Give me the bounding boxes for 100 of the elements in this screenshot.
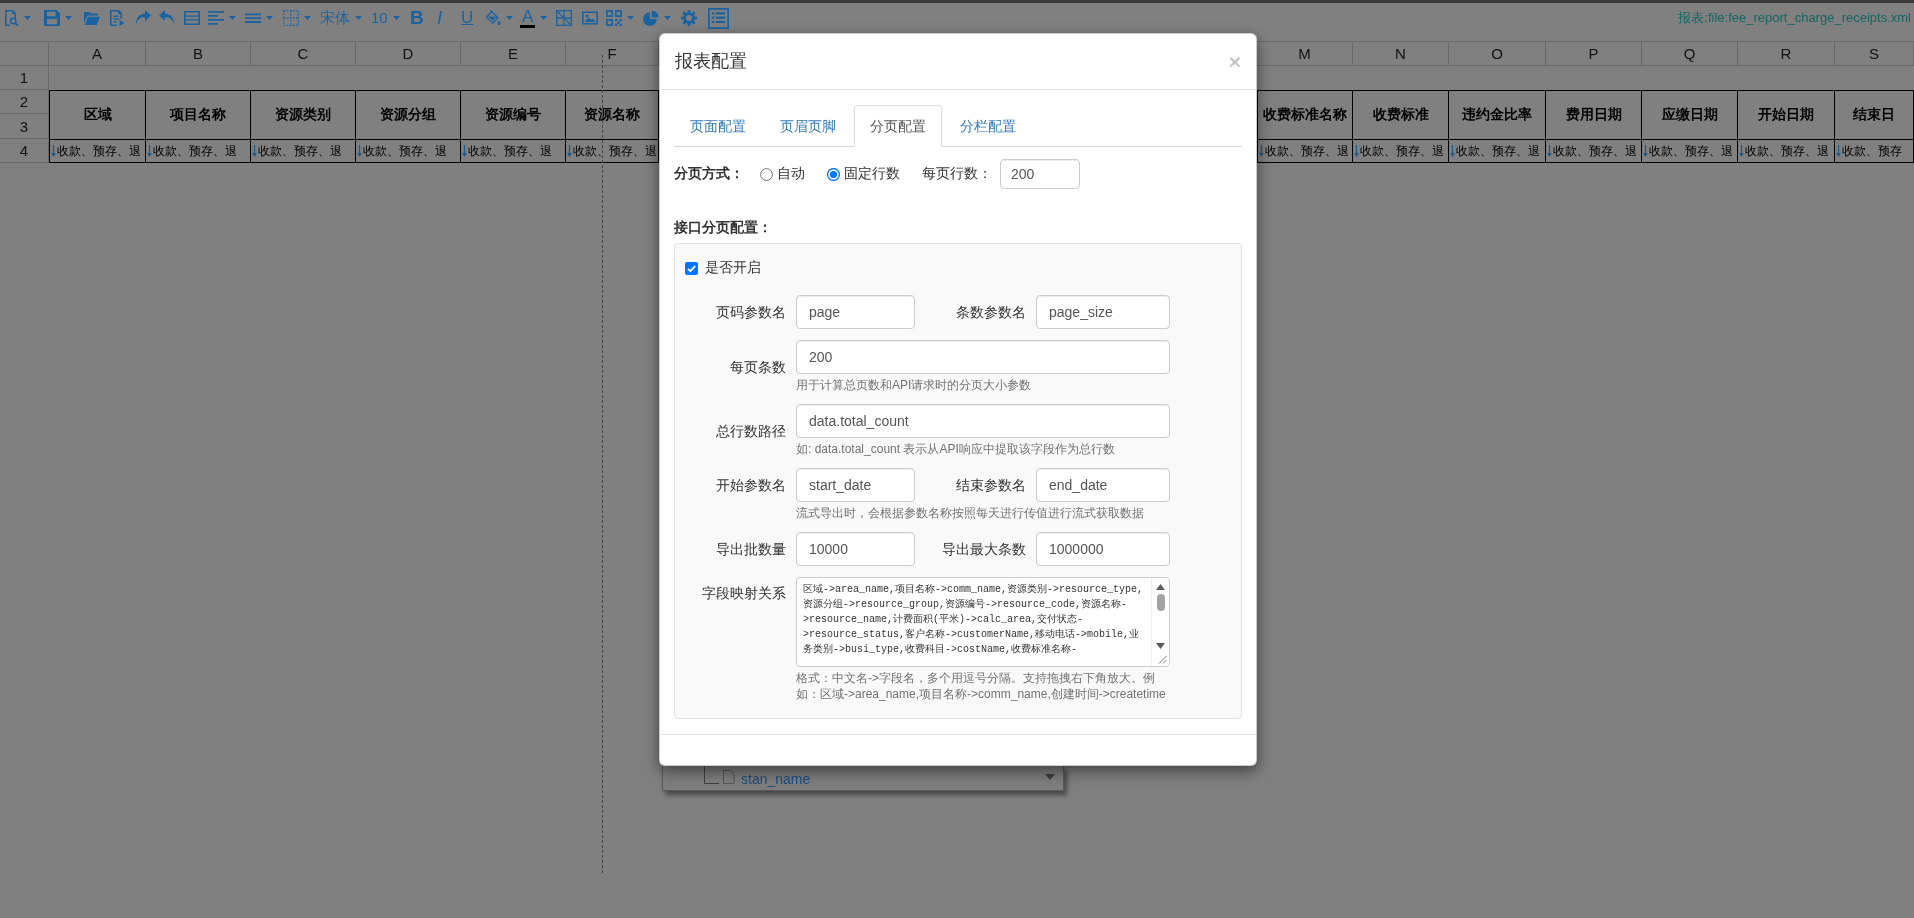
arrow-down-icon (252, 145, 257, 157)
row-header[interactable]: 1 (0, 66, 49, 90)
arrow-down-icon (357, 145, 362, 157)
field-label: 字段映射关系 (702, 584, 786, 603)
header-cell: 资源编号 (461, 90, 566, 139)
input-field[interactable]: page (796, 295, 915, 329)
caret-icon[interactable] (664, 16, 671, 20)
input-field[interactable]: data.total_count (796, 404, 1170, 438)
tab[interactable]: 页面配置 (674, 105, 762, 147)
folder-icon[interactable] (84, 10, 100, 26)
column-header[interactable]: A (49, 41, 146, 66)
redo-icon[interactable] (135, 10, 151, 26)
column-header[interactable]: R (1738, 41, 1835, 66)
checkbox[interactable] (685, 261, 698, 275)
caret-icon[interactable] (229, 16, 236, 20)
qr-code-icon[interactable] (606, 10, 622, 26)
column-header[interactable]: S (1835, 41, 1914, 66)
mapping-textarea[interactable]: 区域->area_name,项目名称->comm_name,资源类别->resource_type,资源分组->resource_group,资源编号->resource_code,资源名称->resource_name,计费面积(平米)->calc_area,交付状态->resource_status,客户名称->customerName,移动电话->mobile,业务类别->busi_type,收费科目->costName,收费标准名称- (796, 577, 1170, 667)
scroll-down-icon[interactable] (1156, 643, 1165, 649)
arrow-down-icon (1547, 145, 1552, 157)
column-header[interactable]: E (461, 41, 566, 66)
caret-icon[interactable] (355, 16, 362, 20)
scrollbar[interactable] (1151, 578, 1169, 666)
caret-icon[interactable] (392, 16, 400, 20)
arrow-down-icon (1354, 145, 1359, 157)
caret-icon[interactable] (266, 16, 273, 20)
help-text: 格式：中文名->字段名，多个用逗号分隔。支持拖拽右下角放大。例如：区域->area_name,项目名称->comm_name,创建时间->createtime (796, 670, 1167, 702)
section-heading: 接口分页配置： (674, 218, 773, 237)
image-icon[interactable] (582, 10, 598, 26)
document-icon[interactable] (109, 10, 125, 26)
header-cell: 应缴日期 (1642, 90, 1738, 139)
column-header[interactable]: B (146, 41, 251, 66)
row-header[interactable]: 4 (0, 139, 49, 163)
tab[interactable]: 分栏配置 (944, 105, 1032, 147)
help-text: 流式导出时，会根据参数名称按照每天进行传值进行流式获取数据 (796, 505, 1145, 521)
caret-icon[interactable] (304, 16, 311, 20)
save-icon[interactable] (44, 10, 60, 26)
input-field[interactable]: end_date (1036, 468, 1170, 502)
checkbox-label[interactable]: 是否开启 (705, 259, 761, 277)
input-field[interactable]: 1000000 (1036, 532, 1170, 566)
caret-icon[interactable] (65, 16, 72, 20)
field-label: 导出批数量 (716, 540, 786, 559)
scrollbar-thumb[interactable] (1156, 594, 1165, 611)
radio-button[interactable] (827, 167, 840, 181)
print-preview-icon[interactable] (3, 10, 19, 26)
column-header[interactable]: D (356, 41, 461, 66)
caret-icon[interactable] (540, 16, 548, 20)
radio-button[interactable] (760, 167, 773, 181)
input-field[interactable]: 10000 (796, 532, 915, 566)
column-header[interactable]: Q (1642, 41, 1738, 66)
field-label: 条数参数名 (956, 303, 1026, 322)
field-label: 开始参数名 (716, 476, 786, 495)
header-cell: 资源分组 (356, 90, 461, 139)
cell-text: 收款、预存、退 (573, 143, 657, 159)
pie-chart-icon[interactable] (643, 10, 659, 26)
grid-slash-icon[interactable] (556, 10, 572, 26)
tab[interactable]: 分页配置 (854, 105, 942, 147)
list-icon[interactable] (708, 7, 729, 29)
input-field[interactable]: page_size (1036, 295, 1170, 329)
align-left-icon[interactable] (208, 10, 224, 26)
row-header[interactable]: 2 (0, 90, 49, 114)
header-cell: 违约金比率 (1449, 90, 1546, 139)
column-header[interactable]: C (251, 41, 356, 66)
field-label: 每页行数： (922, 165, 992, 183)
radio-label[interactable]: 自动 (777, 165, 805, 183)
header-cell: 费用日期 (1546, 90, 1642, 139)
settings-icon[interactable] (681, 10, 697, 26)
cell-text: 收款、预存、退 (1265, 143, 1349, 159)
row-header[interactable]: 3 (0, 114, 49, 139)
caret-icon[interactable] (627, 16, 634, 20)
arrow-down-icon (462, 145, 467, 157)
arrow-down-icon (567, 145, 572, 157)
column-header[interactable]: P (1546, 41, 1642, 66)
tab[interactable]: 页眉页脚 (764, 105, 852, 147)
arrow-down-icon (51, 145, 56, 157)
header-cell: 结束日 (1835, 90, 1914, 139)
scroll-up-icon[interactable] (1156, 584, 1165, 590)
caret-icon[interactable] (1045, 774, 1055, 780)
radio-label[interactable]: 固定行数 (844, 165, 900, 183)
caret-icon[interactable] (506, 16, 513, 20)
cell-text: 收款、预存、退 (1456, 143, 1540, 159)
field-label: 页码参数名 (716, 303, 786, 322)
resize-grip-icon[interactable] (1158, 655, 1167, 664)
cell-text: 收款、预存、退 (1745, 143, 1829, 159)
paint-bucket-icon[interactable] (485, 10, 501, 26)
merge-cells-icon[interactable] (184, 10, 200, 26)
borders-icon[interactable] (283, 10, 299, 26)
undo-icon[interactable] (159, 10, 175, 26)
field-label: 每页条数 (730, 357, 786, 377)
column-header[interactable]: N (1353, 41, 1449, 66)
caret-icon[interactable] (24, 16, 31, 20)
field-label: 导出最大条数 (942, 540, 1026, 559)
cell-text: 收款、预存 (1842, 143, 1902, 159)
input-field[interactable]: 200 (1000, 159, 1080, 189)
header-cell: 资源类别 (251, 90, 356, 139)
column-header[interactable]: O (1449, 41, 1546, 66)
header-cell: 项目名称 (146, 90, 251, 139)
input-field[interactable]: 200 (796, 340, 1170, 374)
arrow-down-icon (1259, 145, 1264, 157)
input-field[interactable]: start_date (796, 468, 915, 502)
